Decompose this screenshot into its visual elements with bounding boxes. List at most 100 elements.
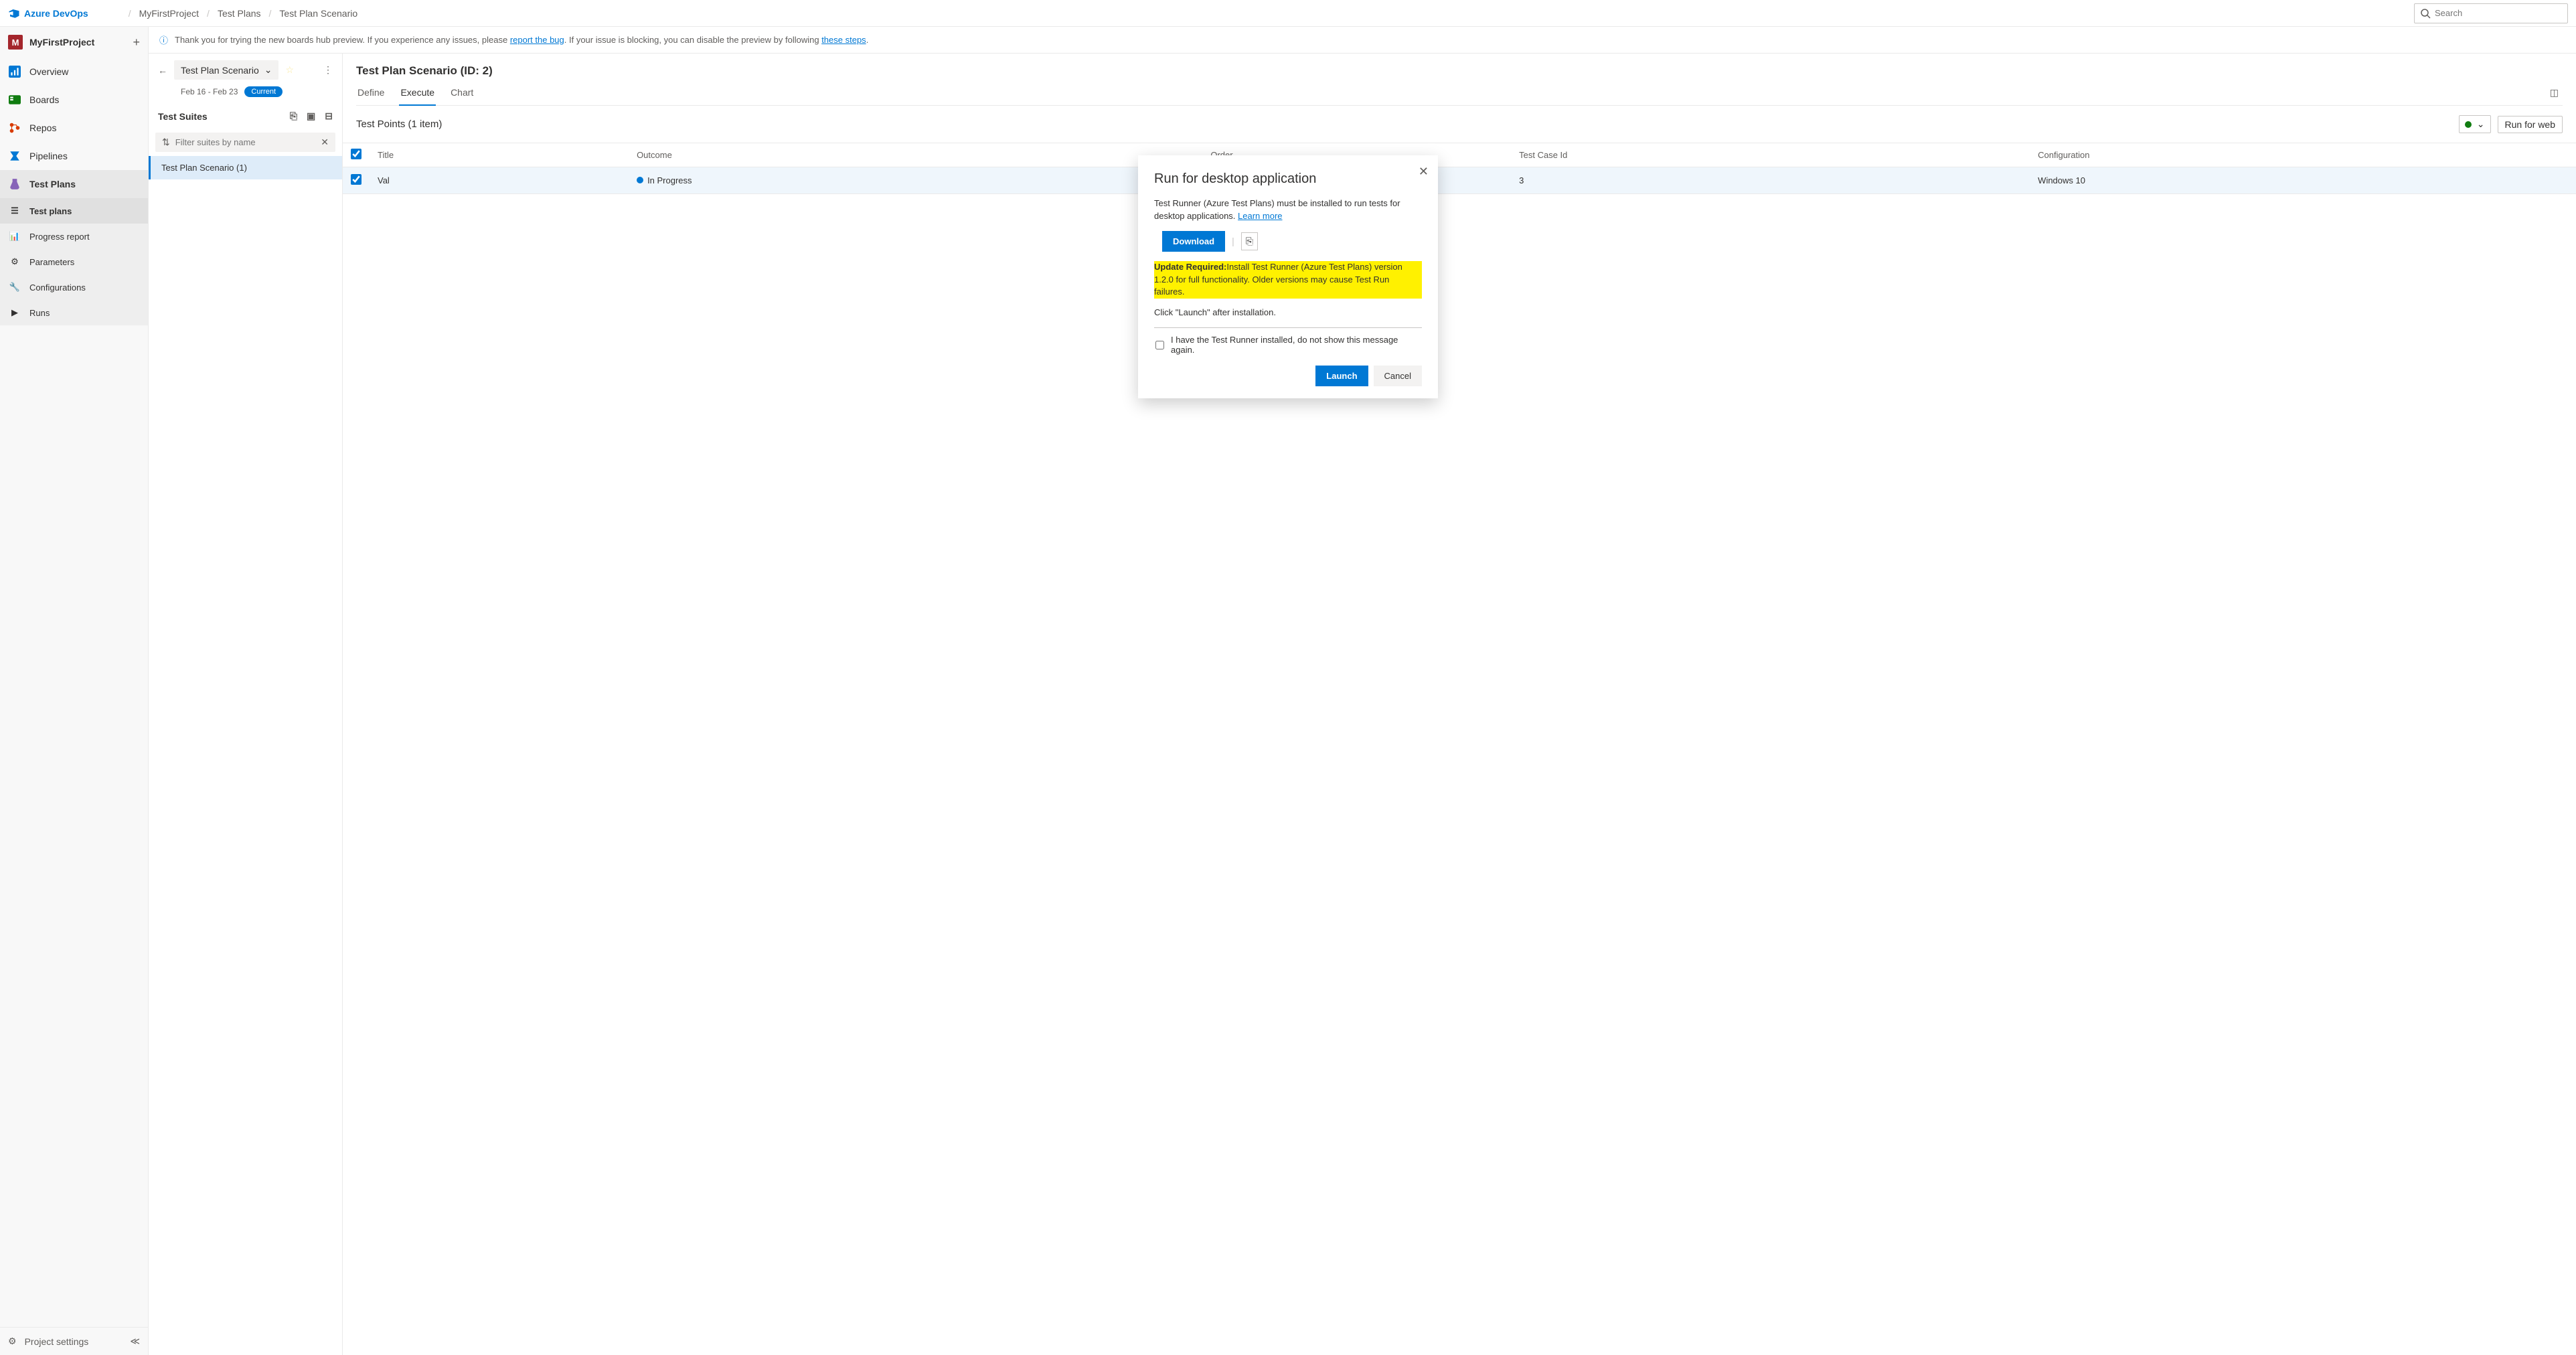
add-icon[interactable]: + (133, 35, 140, 50)
plan-dropdown-label: Test Plan Scenario (181, 65, 259, 76)
update-required-msg: Update Required:Install Test Runner (Azu… (1154, 261, 1422, 299)
expand-icon[interactable]: ▣ (307, 110, 315, 122)
breadcrumb-test-plans[interactable]: Test Plans (218, 8, 261, 19)
dont-show-checkbox[interactable] (1155, 341, 1164, 349)
post-install-msg: Click "Launch" after installation. (1154, 307, 1422, 319)
sidebar-item-repos[interactable]: Repos (0, 114, 148, 142)
close-icon[interactable]: ✕ (1419, 165, 1429, 179)
copy-icon[interactable]: ⎘ (1241, 232, 1258, 250)
col-outcome[interactable]: Outcome (629, 143, 1202, 167)
tab-execute[interactable]: Execute (399, 87, 436, 106)
col-configuration[interactable]: Configuration (2030, 143, 2576, 167)
brand-text: Azure DevOps (24, 8, 88, 19)
chevron-down-icon: ⌄ (2477, 118, 2485, 130)
sidebar-item-pipelines[interactable]: Pipelines (0, 142, 148, 170)
sidebar-item-label: Test Plans (29, 179, 76, 189)
run-for-web-button[interactable]: Run for web (2498, 116, 2563, 133)
current-badge: Current (244, 86, 283, 97)
brand-logo[interactable]: Azure DevOps (8, 7, 88, 19)
download-row: Download | ⎘ (1162, 231, 1422, 252)
link-icon[interactable]: ⎘ (290, 110, 297, 122)
in-progress-icon (637, 177, 643, 183)
sidebar-item-label: Configurations (29, 283, 86, 293)
runs-icon: ▶ (8, 306, 21, 319)
breadcrumb-sep: / (129, 8, 131, 19)
collapse-icon[interactable]: ≪ (130, 1336, 140, 1347)
breadcrumb-scenario[interactable]: Test Plan Scenario (279, 8, 357, 19)
table-row[interactable]: Val In Progress 1 3 Windows 10 (343, 167, 2576, 194)
test-suites-panel: ← Test Plan Scenario ⌄ ☆ ⋮ Feb 16 - Feb … (149, 54, 343, 1355)
breadcrumb-sep: / (207, 8, 210, 19)
search-box[interactable] (2414, 3, 2568, 23)
cell-configuration: Windows 10 (2030, 167, 2576, 194)
col-title[interactable]: Title (370, 143, 629, 167)
sidebar-item-boards[interactable]: Boards (0, 86, 148, 114)
test-suites-title: Test Suites (158, 111, 208, 122)
parameters-icon: ⚙ (8, 255, 21, 268)
search-input[interactable] (2435, 8, 2562, 18)
sidebar-sub-test-plans[interactable]: ☰ Test plans (0, 198, 148, 224)
overview-icon (8, 65, 21, 78)
sidebar-item-label: Overview (29, 66, 68, 77)
plan-dropdown[interactable]: Test Plan Scenario ⌄ (174, 60, 278, 80)
main-panel: Test Plan Scenario (ID: 2) Define Execut… (343, 54, 2576, 1355)
test-points-count: Test Points (1 item) (356, 118, 442, 130)
suite-filter[interactable]: ⇅ ✕ (155, 133, 335, 152)
test-plans-icon (8, 177, 21, 191)
sidebar-sub-parameters[interactable]: ⚙ Parameters (0, 249, 148, 274)
clear-filter-icon[interactable]: ✕ (321, 137, 329, 148)
suite-actions: ⎘ ▣ ⊟ (290, 110, 333, 122)
panel-toggle-icon[interactable]: ◫ (2550, 87, 2559, 105)
back-icon[interactable]: ← (158, 65, 167, 76)
dialog-intro: Test Runner (Azure Test Plans) must be i… (1154, 197, 1422, 223)
launch-button[interactable]: Launch (1315, 366, 1368, 386)
project-name: MyFirstProject (29, 37, 94, 48)
sidebar-item-label: Parameters (29, 257, 74, 267)
breadcrumb-project[interactable]: MyFirstProject (139, 8, 199, 19)
favorite-icon[interactable]: ☆ (285, 64, 294, 76)
divider (1154, 327, 1422, 328)
project-settings-link[interactable]: Project settings (25, 1336, 89, 1347)
chevron-down-icon: ⌄ (264, 64, 272, 76)
sidebar-sub-progress[interactable]: 📊 Progress report (0, 224, 148, 249)
learn-more-link[interactable]: Learn more (1238, 211, 1282, 221)
cell-test-case-id: 3 (1511, 167, 2030, 194)
plan-meta: Feb 16 - Feb 23 Current (149, 86, 342, 104)
separator: | (1232, 236, 1234, 246)
select-all-checkbox[interactable] (351, 149, 361, 159)
sidebar-sub-runs[interactable]: ▶ Runs (0, 300, 148, 325)
more-icon[interactable]: ⋮ (323, 64, 333, 76)
sidebar-item-overview[interactable]: Overview (0, 58, 148, 86)
sidebar-subnav: ☰ Test plans 📊 Progress report ⚙ Paramet… (0, 198, 148, 325)
sidebar-item-test-plans[interactable]: Test Plans (0, 170, 148, 198)
project-header[interactable]: M MyFirstProject + (0, 27, 148, 58)
tab-define[interactable]: Define (356, 87, 386, 105)
boards-icon (8, 93, 21, 106)
test-points-toolbar: Test Points (1 item) ⌄ Run for web (343, 106, 2576, 143)
plan-dates: Feb 16 - Feb 23 (181, 87, 238, 96)
row-checkbox[interactable] (351, 174, 361, 185)
sidebar-item-label: Progress report (29, 232, 90, 242)
repos-icon (8, 121, 21, 135)
col-test-case-id[interactable]: Test Case Id (1511, 143, 2030, 167)
page-title: Test Plan Scenario (ID: 2) (356, 64, 2563, 78)
sidebar-sub-configurations[interactable]: 🔧 Configurations (0, 274, 148, 300)
tab-bar: Define Execute Chart ◫ (356, 87, 2563, 106)
collapse-all-icon[interactable]: ⊟ (325, 110, 333, 122)
filter-icon: ⇅ (162, 137, 170, 148)
disable-steps-link[interactable]: these steps (821, 35, 866, 45)
search-icon (2420, 8, 2431, 19)
tab-chart[interactable]: Chart (449, 87, 475, 105)
cancel-button[interactable]: Cancel (1374, 366, 1422, 386)
suite-filter-input[interactable] (175, 137, 316, 147)
dont-show-label: I have the Test Runner installed, do not… (1171, 335, 1422, 355)
download-button[interactable]: Download (1162, 231, 1225, 252)
dont-show-row: I have the Test Runner installed, do not… (1155, 335, 1422, 355)
plan-selector-row: ← Test Plan Scenario ⌄ ☆ ⋮ (149, 54, 342, 86)
preview-notice: ⓘ Thank you for trying the new boards hu… (149, 27, 2576, 54)
suite-item[interactable]: Test Plan Scenario (1) (149, 156, 342, 179)
project-avatar: M (8, 35, 23, 50)
outcome-filter[interactable]: ⌄ (2459, 115, 2491, 133)
report-bug-link[interactable]: report the bug (510, 35, 564, 45)
azure-devops-icon (8, 7, 20, 19)
